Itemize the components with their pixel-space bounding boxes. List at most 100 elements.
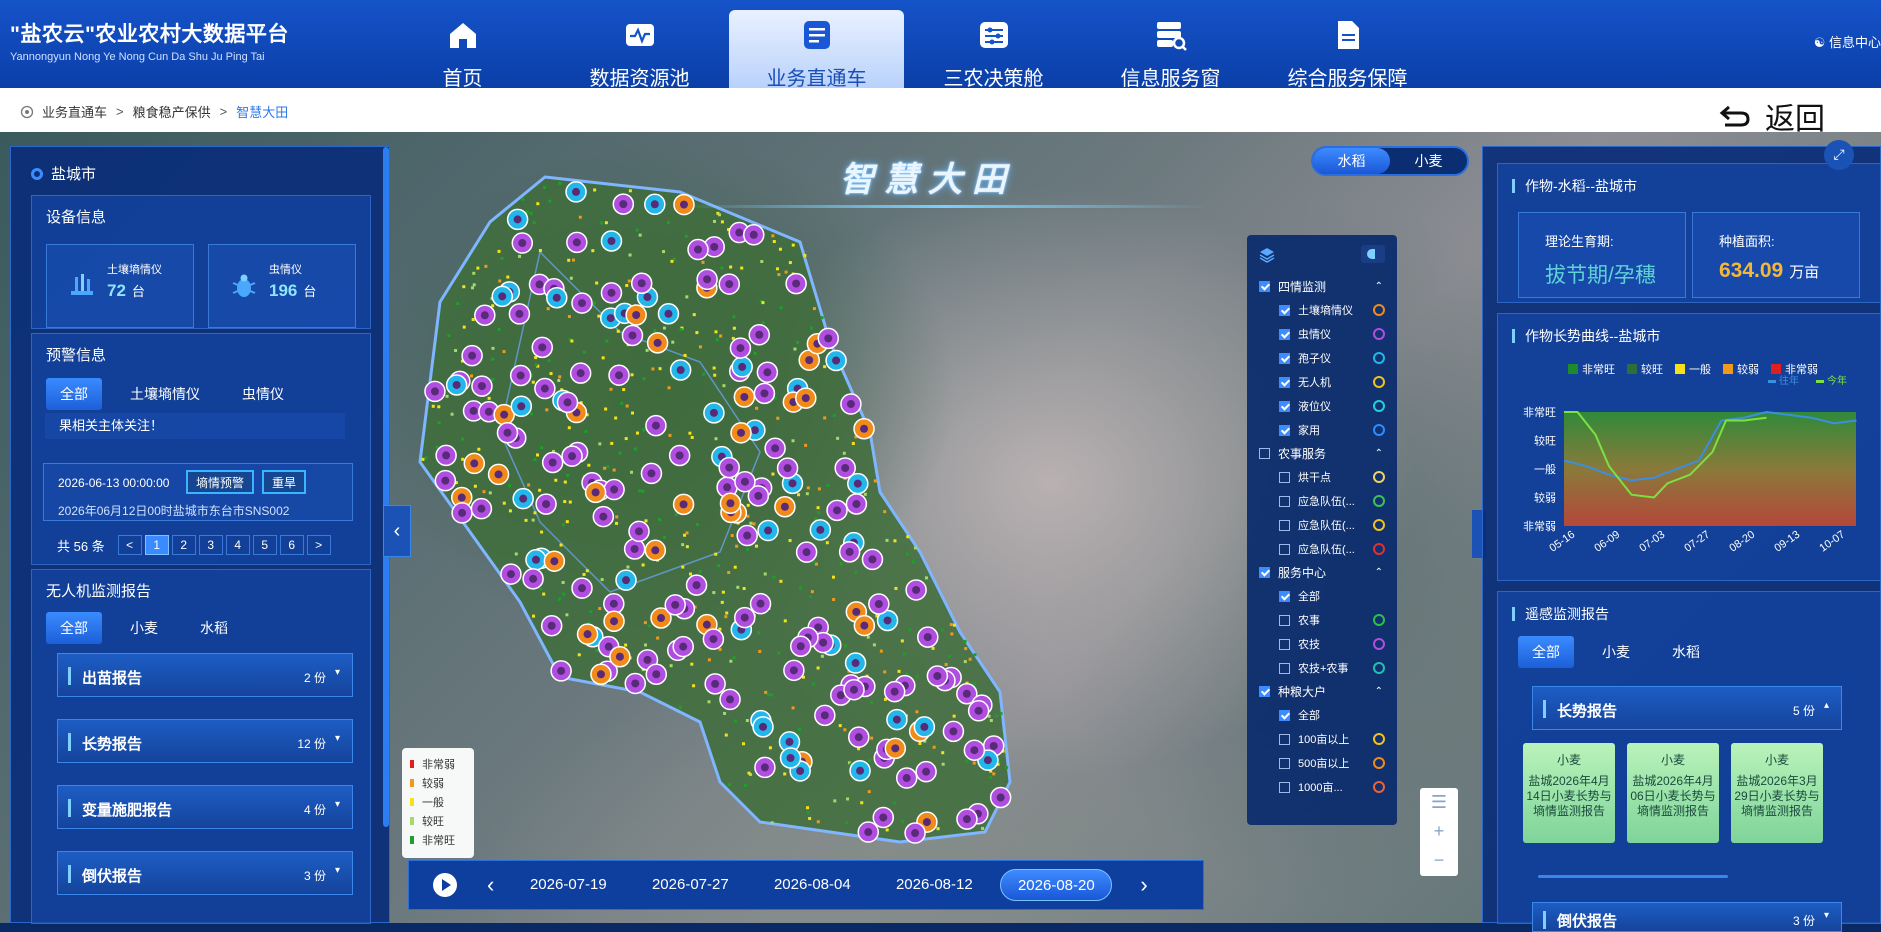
device-marker-icon[interactable] — [790, 635, 812, 657]
device-marker-icon[interactable] — [474, 304, 496, 326]
device-marker-icon[interactable] — [672, 635, 694, 658]
device-marker-icon[interactable] — [774, 496, 796, 518]
device-marker-icon[interactable] — [886, 708, 908, 731]
layer-item[interactable]: 虫情仪 — [1247, 322, 1397, 346]
device-marker-icon[interactable] — [534, 377, 556, 400]
chevron-up-icon[interactable]: ⌃ — [1375, 567, 1383, 578]
device-marker-icon[interactable] — [989, 786, 1012, 809]
device-marker-icon[interactable] — [509, 364, 532, 387]
device-marker-icon[interactable] — [884, 737, 907, 760]
layer-group-checkbox[interactable] — [1259, 448, 1270, 459]
device-marker-icon[interactable] — [600, 282, 623, 304]
device-marker-icon[interactable] — [743, 224, 765, 246]
layer-item[interactable]: 烘干点 — [1247, 465, 1397, 489]
warning-tab-bug[interactable]: 虫情仪 — [228, 378, 298, 410]
device-marker-icon[interactable] — [511, 232, 534, 254]
remote-tab-rice[interactable]: 水稻 — [1658, 636, 1714, 668]
layer-item[interactable]: 土壤墒情仪 — [1247, 298, 1397, 322]
pager-page-6[interactable]: 6 — [279, 535, 304, 555]
layer-item-checkbox[interactable] — [1279, 328, 1290, 340]
device-marker-icon[interactable] — [630, 272, 653, 295]
device-marker-icon[interactable] — [687, 238, 709, 261]
device-marker-icon[interactable] — [487, 463, 510, 486]
device-marker-icon[interactable] — [753, 382, 776, 405]
device-marker-icon[interactable] — [615, 569, 637, 591]
timeline-date[interactable]: 2026-08-12 — [878, 869, 990, 901]
drone-tab-wheat[interactable]: 小麦 — [116, 612, 172, 644]
remote-report-lodging[interactable]: 倒伏报告 3 份 ▾ — [1532, 902, 1842, 932]
device-marker-icon[interactable] — [590, 663, 612, 686]
pager-page-4[interactable]: 4 — [225, 535, 250, 555]
device-marker-icon[interactable] — [664, 594, 686, 616]
pager-prev-button[interactable]: < — [117, 535, 142, 555]
layer-item-checkbox[interactable] — [1279, 304, 1290, 316]
layer-item-checkbox[interactable] — [1279, 709, 1290, 721]
pager-page-3[interactable]: 3 — [198, 535, 223, 555]
device-marker-icon[interactable] — [669, 359, 692, 381]
remote-tab-all[interactable]: 全部 — [1518, 636, 1574, 668]
timeline-prev-button[interactable]: ‹ — [487, 872, 494, 898]
device-marker-icon[interactable] — [603, 610, 625, 632]
layer-item-checkbox[interactable] — [1279, 781, 1290, 793]
layer-item[interactable]: 液位仪 — [1247, 394, 1397, 418]
device-marker-icon[interactable] — [967, 700, 990, 722]
breadcrumb-item-1[interactable]: 业务直通车 — [42, 102, 107, 121]
device-marker-icon[interactable] — [571, 292, 593, 314]
device-marker-icon[interactable] — [500, 563, 522, 585]
device-marker-icon[interactable] — [809, 519, 832, 541]
layer-panel-toggle[interactable] — [1361, 245, 1385, 263]
report-lodging[interactable]: 倒伏报告 3 份 ▾ — [57, 851, 353, 895]
crop-toggle-wheat[interactable]: 小麦 — [1390, 148, 1467, 174]
layer-group-checkbox[interactable] — [1259, 567, 1270, 578]
device-marker-icon[interactable] — [640, 462, 663, 485]
pager-page-5[interactable]: 5 — [252, 535, 277, 555]
device-marker-icon[interactable] — [508, 303, 531, 325]
report-emergence[interactable]: 出苗报告 2 份 ▾ — [57, 653, 353, 697]
user-link[interactable]: ☯ 信息中心 — [1814, 32, 1881, 51]
device-marker-icon[interactable] — [783, 659, 805, 682]
device-marker-icon[interactable] — [703, 402, 725, 424]
device-marker-icon[interactable] — [749, 592, 772, 615]
device-marker-icon[interactable] — [840, 393, 862, 415]
layer-group[interactable]: 种粮大户 ⌃ — [1247, 680, 1397, 703]
device-marker-icon[interactable] — [525, 549, 547, 571]
chevron-up-icon[interactable]: ⌃ — [1375, 686, 1383, 697]
device-marker-icon[interactable] — [853, 418, 875, 440]
device-marker-icon[interactable] — [451, 502, 473, 524]
device-marker-icon[interactable] — [565, 181, 587, 203]
device-marker-icon[interactable] — [861, 548, 884, 571]
device-marker-icon[interactable] — [730, 422, 752, 444]
device-marker-icon[interactable] — [752, 716, 774, 738]
device-marker-icon[interactable] — [592, 505, 615, 528]
device-marker-icon[interactable] — [512, 487, 534, 510]
device-marker-icon[interactable] — [776, 457, 799, 479]
zoom-in-button[interactable]: + — [1420, 817, 1458, 846]
device-marker-icon[interactable] — [571, 577, 593, 599]
layer-item[interactable]: 100亩以上 — [1247, 727, 1397, 751]
warning-tab-all[interactable]: 全部 — [46, 378, 102, 410]
nav-decision[interactable]: 三农决策舱 — [906, 10, 1081, 90]
remote-tab-wheat[interactable]: 小麦 — [1588, 636, 1644, 668]
layer-item[interactable]: 农技 — [1247, 632, 1397, 656]
layer-item-checkbox[interactable] — [1279, 662, 1290, 674]
warning-item[interactable]: 2026-06-13 00:00:00 墒情预警 重旱 2026年06月12日0… — [43, 463, 353, 521]
play-button[interactable] — [433, 873, 457, 897]
nav-support[interactable]: 综合服务保障 — [1260, 10, 1435, 90]
layer-item-checkbox[interactable] — [1279, 590, 1290, 602]
layer-item[interactable]: 应急队伍(... — [1247, 513, 1397, 537]
layer-group[interactable]: 四情监测 ⌃ — [1247, 275, 1397, 298]
device-marker-icon[interactable] — [576, 623, 599, 645]
drone-tab-rice[interactable]: 水稻 — [186, 612, 242, 644]
device-marker-icon[interactable] — [764, 437, 786, 460]
layer-item-checkbox[interactable] — [1279, 638, 1290, 650]
device-marker-icon[interactable] — [795, 541, 818, 563]
collapse-left-panel-button[interactable]: ‹ — [383, 505, 411, 557]
layer-item[interactable]: 农事 — [1247, 608, 1397, 632]
device-marker-icon[interactable] — [883, 680, 906, 703]
nav-home[interactable]: 首页 — [375, 10, 550, 90]
device-card-soil[interactable]: 土壤墒情仪 72 台 — [46, 244, 194, 328]
layer-group-checkbox[interactable] — [1259, 281, 1270, 292]
timeline-date[interactable]: 2026-07-19 — [512, 869, 624, 901]
device-marker-icon[interactable] — [621, 324, 644, 347]
device-marker-icon[interactable] — [471, 375, 493, 397]
